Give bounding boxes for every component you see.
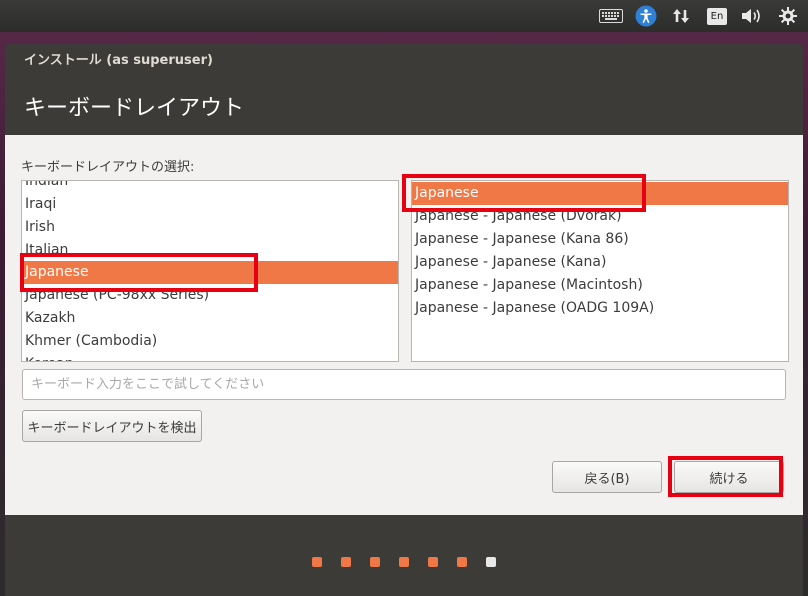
language-indicator[interactable]: En <box>706 5 728 27</box>
keyboard-test-input[interactable] <box>22 369 786 400</box>
network-updown-icon[interactable] <box>670 5 692 27</box>
list-item[interactable]: Japanese - Japanese (OADG 109A) <box>412 297 788 320</box>
keyboard-icon[interactable] <box>598 5 624 27</box>
progress-dot <box>312 557 322 567</box>
gear-icon[interactable] <box>776 5 800 27</box>
title-bar: インストール (as superuser) <box>5 44 803 72</box>
list-item[interactable]: Japanese - Japanese (Macintosh) <box>412 274 788 297</box>
progress-dot <box>399 557 409 567</box>
list-item[interactable]: Khmer (Cambodia) <box>22 330 398 353</box>
list-item[interactable]: Japanese - Japanese (Kana) <box>412 251 788 274</box>
list-item[interactable]: Japanese - Japanese (Dvorak) <box>412 205 788 228</box>
progress-dots <box>5 557 803 567</box>
top-panel: En <box>0 0 808 32</box>
list-item[interactable]: Korean <box>22 353 398 361</box>
list-item-selected[interactable]: Japanese <box>22 261 398 284</box>
list-item[interactable]: Indian <box>22 181 398 193</box>
progress-dot <box>341 557 351 567</box>
list-item[interactable]: Japanese - Japanese (Kana 86) <box>412 228 788 251</box>
accessibility-icon[interactable] <box>635 5 657 27</box>
list-item[interactable]: Irish <box>22 216 398 239</box>
volume-icon[interactable] <box>740 5 764 27</box>
progress-dot <box>370 557 380 567</box>
progress-dot <box>428 557 438 567</box>
progress-dot-current <box>486 557 496 567</box>
continue-button[interactable]: 続ける <box>674 461 784 493</box>
list-item-selected[interactable]: Japanese <box>412 182 788 205</box>
progress-dot <box>457 557 467 567</box>
keyboard-language-list[interactable]: Indian Iraqi Irish Italian Japanese Japa… <box>21 180 399 362</box>
list-item[interactable]: Japanese (PC-98xx Series) <box>22 284 398 307</box>
content-area: キーボードレイアウトの選択: Indian Iraqi Irish Italia… <box>5 135 803 515</box>
list-item[interactable]: Kazakh <box>22 307 398 330</box>
installer-window: インストール (as superuser) キーボードレイアウト キーボードレイ… <box>5 44 803 596</box>
page-title: キーボードレイアウト <box>24 96 245 121</box>
window-title: インストール (as superuser) <box>24 53 213 68</box>
language-label: En <box>707 7 727 25</box>
detect-layout-button[interactable]: キーボードレイアウトを検出 <box>22 410 202 442</box>
layout-select-label: キーボードレイアウトの選択: <box>21 160 195 175</box>
list-item[interactable]: Italian <box>22 239 398 262</box>
keyboard-variant-list[interactable]: Japanese Japanese - Japanese (Dvorak) Ja… <box>411 180 789 362</box>
list-item[interactable]: Iraqi <box>22 193 398 216</box>
back-button[interactable]: 戻る(B) <box>552 461 662 493</box>
